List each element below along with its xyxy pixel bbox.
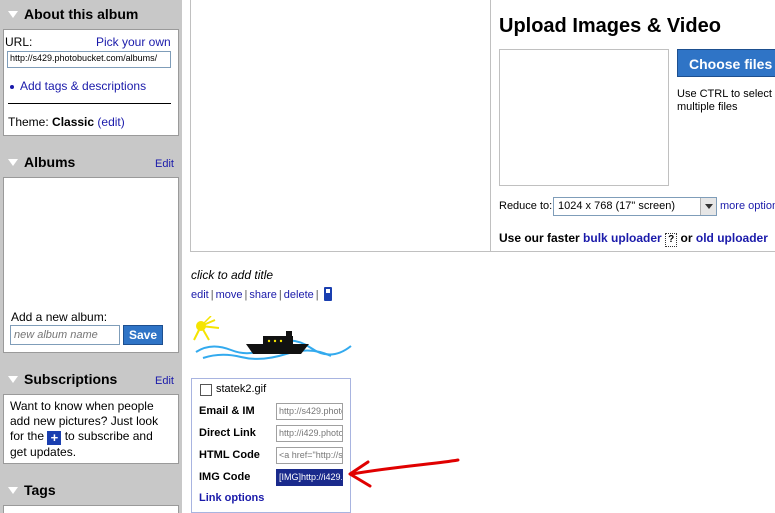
reduce-to-label: Reduce to: (499, 200, 553, 212)
dropdown-arrow-icon[interactable] (700, 198, 716, 215)
theme-edit-link[interactable]: (edit) (97, 115, 124, 129)
delete-link[interactable]: delete (284, 289, 314, 301)
upload-divider (490, 0, 491, 252)
upload-preview-box[interactable] (499, 49, 669, 186)
collapse-triangle-icon[interactable] (8, 376, 18, 383)
new-album-name-input[interactable] (10, 325, 120, 345)
tags-title: Tags (24, 482, 56, 498)
subscriptions-header[interactable]: Subscriptions Edit (0, 366, 182, 393)
add-tags-label[interactable]: Add tags & descriptions (20, 79, 146, 93)
about-album-title: About this album (24, 6, 139, 22)
album-url-field[interactable]: http://s429.photobucket.com/albums/ (7, 51, 171, 68)
img-code-label: IMG Code (199, 471, 251, 483)
or-text: or (680, 231, 693, 245)
image-filename: statek2.gif (216, 383, 267, 395)
click-to-add-title[interactable]: click to add title (191, 268, 273, 282)
link-options-link[interactable]: Link options (199, 492, 264, 504)
save-album-button[interactable]: Save (123, 325, 163, 345)
separator: | (210, 289, 214, 301)
albums-header[interactable]: Albums Edit (0, 149, 182, 176)
ctrl-select-hint: Use CTRL to select multiple files (677, 88, 772, 113)
email-im-field[interactable]: http://s429.photobucket.com/ (276, 403, 343, 420)
plus-icon: + (47, 431, 62, 445)
move-link[interactable]: move (216, 289, 243, 301)
theme-label: Theme: (8, 115, 49, 129)
old-uploader-link[interactable]: old uploader (696, 231, 768, 245)
collapse-triangle-icon[interactable] (8, 11, 18, 18)
albums-title: Albums (24, 154, 76, 170)
upload-title: Upload Images & Video (499, 15, 721, 37)
choose-files-button[interactable]: Choose files (677, 49, 775, 77)
albums-edit-link[interactable]: Edit (155, 158, 174, 170)
pick-your-own-link[interactable]: Pick your own (96, 35, 171, 49)
sun-icon (193, 316, 220, 341)
tags-header[interactable]: Tags (0, 477, 182, 504)
reduce-size-select[interactable]: 1024 x 768 (17" screen) (553, 197, 717, 216)
reduce-size-value: 1024 x 768 (17" screen) (558, 200, 676, 212)
direct-link-label: Direct Link (199, 427, 256, 439)
theme-row: Theme: Classic (edit) (8, 115, 125, 129)
img-code-field[interactable]: [IMG]http://i429.ph (276, 469, 343, 486)
bullet-icon (10, 84, 14, 89)
boat-thumbnail-image[interactable] (191, 316, 353, 366)
edit-link[interactable]: edit (191, 289, 209, 301)
direct-link-field[interactable]: http://i429.photobucket.com/ (276, 425, 343, 442)
url-label: URL: (5, 35, 33, 49)
email-im-label: Email & IM (199, 405, 255, 417)
theme-value: Classic (52, 115, 95, 129)
separator: | (278, 289, 282, 301)
separator: | (315, 289, 319, 301)
divider (8, 103, 171, 104)
html-code-label: HTML Code (199, 449, 260, 461)
bulk-uploader-link[interactable]: bulk uploader (583, 231, 662, 245)
about-album-header[interactable]: About this album (0, 1, 182, 28)
separator: | (244, 289, 248, 301)
select-image-checkbox[interactable] (200, 384, 212, 396)
collapse-triangle-icon[interactable] (8, 159, 18, 166)
add-album-label: Add a new album: (11, 310, 108, 324)
image-actions: edit | move | share | delete | (191, 287, 332, 301)
collapse-triangle-icon[interactable] (8, 487, 18, 494)
more-options-link[interactable]: more options (720, 200, 775, 212)
help-icon[interactable]: ? (665, 233, 678, 247)
subscriptions-edit-link[interactable]: Edit (155, 375, 174, 387)
red-arrow-annotation (348, 458, 460, 488)
mobile-phone-icon[interactable] (323, 287, 332, 301)
faster-prefix: Use our faster (499, 231, 580, 245)
faster-uploader-line: Use our faster bulk uploader ? or old up… (499, 231, 768, 247)
subscriptions-title: Subscriptions (24, 371, 118, 387)
subscriptions-description: Want to know when people add new picture… (10, 399, 170, 460)
tags-panel (3, 505, 179, 513)
share-link[interactable]: share (249, 289, 277, 301)
add-tags-link[interactable]: Add tags & descriptions (10, 79, 146, 93)
html-code-field[interactable]: <a href="http://s429 (276, 447, 343, 464)
